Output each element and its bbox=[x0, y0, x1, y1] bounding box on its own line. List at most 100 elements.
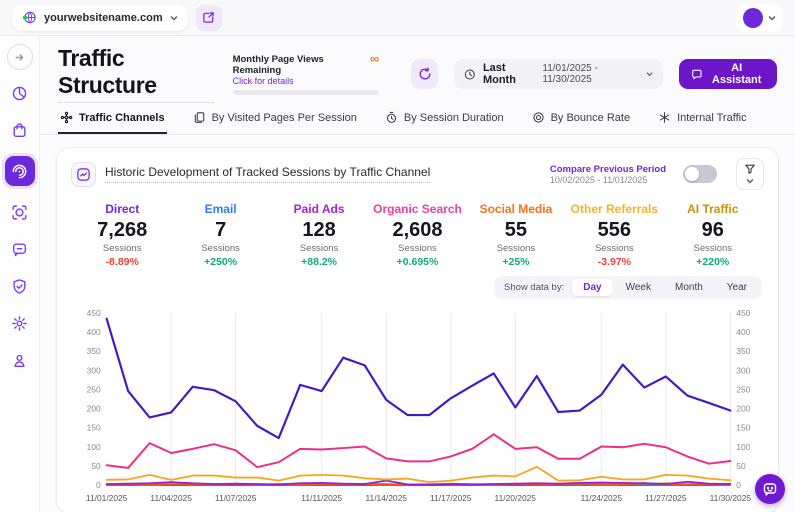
svg-text:50: 50 bbox=[736, 461, 746, 471]
chat-icon bbox=[691, 69, 702, 79]
svg-text:450: 450 bbox=[736, 308, 750, 318]
user-menu[interactable] bbox=[736, 3, 783, 32]
chat-widget-button[interactable] bbox=[755, 474, 785, 504]
svg-text:50: 50 bbox=[91, 461, 101, 471]
compare-label: Compare Previous Period bbox=[549, 163, 666, 175]
channel-stat-social-media[interactable]: Social Media 55 Sessions +25% bbox=[467, 202, 565, 268]
refresh-icon bbox=[419, 67, 431, 80]
tab-by-session-duration[interactable]: By Session Duration bbox=[383, 107, 506, 134]
pie-chart-icon[interactable] bbox=[6, 79, 34, 107]
collapse-icon[interactable] bbox=[6, 44, 33, 70]
channel-sessions-unit: Sessions bbox=[693, 243, 733, 254]
open-site-icon bbox=[203, 12, 214, 23]
channel-stat-paid-ads[interactable]: Paid Ads 128 Sessions +88.2% bbox=[270, 202, 368, 268]
svg-text:300: 300 bbox=[736, 365, 750, 375]
svg-text:400: 400 bbox=[87, 327, 101, 337]
svg-text:350: 350 bbox=[87, 346, 101, 356]
channel-delta: +25% bbox=[502, 256, 530, 268]
svg-text:100: 100 bbox=[736, 442, 750, 452]
svg-text:400: 400 bbox=[736, 327, 750, 337]
period-range: 11/01/2025 - 11/30/2025 bbox=[542, 63, 598, 85]
filter-button[interactable] bbox=[736, 158, 764, 190]
channel-stats: Direct 7,268 Sessions -8.89% Email 7 Sessions +… bbox=[71, 190, 764, 272]
svg-text:200: 200 bbox=[87, 404, 101, 414]
svg-text:0: 0 bbox=[96, 480, 101, 490]
granularity-option-day[interactable]: Day bbox=[572, 279, 613, 296]
svg-text:11/30/2025: 11/30/2025 bbox=[710, 493, 752, 503]
refresh-button[interactable] bbox=[411, 59, 439, 89]
chart-chip-icon bbox=[71, 161, 96, 187]
svg-text:100: 100 bbox=[87, 442, 101, 452]
channel-name: Direct bbox=[105, 202, 140, 216]
granularity-option-week[interactable]: Week bbox=[615, 279, 662, 296]
tab-by-bounce-rate[interactable]: By Bounce Rate bbox=[530, 107, 633, 134]
channel-sessions-value: 2,608 bbox=[392, 219, 443, 241]
svg-text:11/24/2025: 11/24/2025 bbox=[581, 493, 623, 503]
channel-delta: +88.2% bbox=[301, 256, 338, 268]
quota-details-link[interactable]: Click for details bbox=[233, 76, 370, 86]
svg-text:11/01/2025: 11/01/2025 bbox=[86, 493, 128, 503]
granularity-option-month[interactable]: Month bbox=[664, 279, 714, 296]
channel-delta: +220% bbox=[696, 256, 730, 268]
chart-card: Historic Development of Tracked Sessions… bbox=[56, 147, 779, 512]
period-label: Last Month bbox=[482, 62, 516, 86]
person-pin-icon[interactable] bbox=[6, 346, 34, 374]
svg-text:450: 450 bbox=[87, 308, 101, 318]
page-header: Traffic Structure Monthly Page Views Rem… bbox=[40, 36, 795, 107]
channel-stat-ai-traffic[interactable]: AI Traffic 96 Sessions +220% bbox=[664, 202, 762, 268]
site-selector[interactable]: yourwebsitename.com bbox=[12, 4, 188, 31]
gear-icon[interactable] bbox=[6, 309, 34, 337]
channel-delta: +250% bbox=[204, 256, 238, 268]
date-range-picker[interactable]: Last Month 11/01/2025 - 11/30/2025 bbox=[454, 59, 663, 89]
channel-sessions-unit: Sessions bbox=[299, 243, 339, 254]
channel-stat-direct[interactable]: Direct 7,268 Sessions -8.89% bbox=[73, 202, 171, 268]
topbar: yourwebsitename.com bbox=[0, 0, 795, 36]
channel-stat-organic-search[interactable]: Organic Search 2,608 Sessions +0.695% bbox=[368, 202, 466, 268]
series-other-referrals bbox=[105, 465, 732, 483]
chevron-down-icon bbox=[768, 15, 776, 21]
series-organic-search bbox=[105, 433, 732, 469]
channel-stat-other-referrals[interactable]: Other Referrals 556 Sessions -3.97% bbox=[565, 202, 663, 268]
granularity-label: Show data by: bbox=[504, 282, 565, 293]
ai-assistant-button[interactable]: AI Assistant bbox=[678, 59, 777, 89]
svg-text:11/07/2025: 11/07/2025 bbox=[215, 493, 257, 503]
tab-by-visited-pages-per-session[interactable]: By Visited Pages Per Session bbox=[191, 107, 359, 134]
shopping-bag-icon[interactable] bbox=[6, 116, 34, 144]
sidebar-item-active[interactable] bbox=[1, 153, 38, 189]
compare-toggle[interactable] bbox=[683, 165, 717, 183]
channel-sessions-value: 7 bbox=[215, 219, 227, 241]
channel-name: Organic Search bbox=[373, 202, 462, 216]
channel-sessions-unit: Sessions bbox=[496, 243, 536, 254]
chevron-down-icon bbox=[170, 15, 177, 21]
shield-check-icon[interactable] bbox=[6, 272, 34, 300]
channel-sessions-unit: Sessions bbox=[201, 243, 240, 254]
chevron-down-icon bbox=[746, 179, 754, 184]
funnel-icon bbox=[745, 164, 755, 174]
svg-text:350: 350 bbox=[736, 346, 750, 356]
granularity-switch: Show data by: Day Week Month Year bbox=[494, 276, 762, 299]
channel-delta: -8.89% bbox=[105, 256, 139, 268]
channel-sessions-unit: Sessions bbox=[595, 243, 634, 254]
compare-previous-period: Compare Previous Period 10/02/2025 - 11/… bbox=[550, 164, 666, 185]
channel-name: Social Media bbox=[479, 202, 553, 216]
site-name: yourwebsitename.com bbox=[44, 11, 163, 24]
quota-progress-bar bbox=[232, 89, 380, 95]
svg-text:0: 0 bbox=[736, 480, 741, 490]
svg-text:11/27/2025: 11/27/2025 bbox=[645, 493, 687, 503]
open-site-button[interactable] bbox=[195, 4, 222, 31]
channel-stat-email[interactable]: Email 7 Sessions +250% bbox=[171, 202, 269, 268]
asterisk-icon bbox=[658, 111, 671, 124]
target-scan-icon[interactable] bbox=[6, 198, 34, 226]
channel-name: Email bbox=[204, 202, 237, 216]
compare-range: 10/02/2025 - 11/01/2025 bbox=[549, 174, 648, 185]
tab-internal-traffic[interactable]: Internal Traffic bbox=[656, 107, 749, 134]
granularity-option-year[interactable]: Year bbox=[716, 279, 758, 296]
clock-icon bbox=[465, 69, 476, 79]
chevron-down-icon bbox=[646, 72, 653, 77]
channel-sessions-unit: Sessions bbox=[398, 243, 437, 254]
chat-bubble-icon[interactable] bbox=[6, 235, 34, 263]
svg-text:250: 250 bbox=[736, 384, 750, 394]
traffic-swirl-icon bbox=[4, 156, 35, 186]
tab-traffic-channels[interactable]: Traffic Channels bbox=[58, 107, 167, 134]
avatar bbox=[743, 7, 763, 28]
